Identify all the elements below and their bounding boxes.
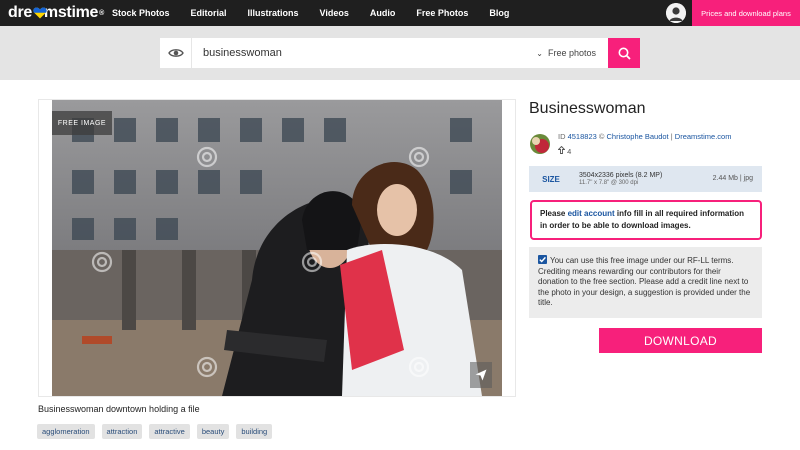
top-nav: dre mstime ® Stock Photos Editorial Illu… [0,0,800,26]
account-warning: Please edit account info fill in all req… [530,200,762,240]
download-button[interactable]: DOWNLOAD [599,328,762,353]
contributor-level: 4 [557,145,572,156]
search-box: ⌄ Free photos [160,38,608,68]
level-icon [557,145,567,156]
warning-text-before: Please [540,209,568,218]
main-menu: Stock Photos Editorial Illustrations Vid… [112,0,530,26]
chevron-down-icon: ⌄ [536,48,543,58]
edit-account-link[interactable]: edit account [568,209,615,218]
nav-free-photos[interactable]: Free Photos [416,8,468,18]
image-title: Businesswoman [529,100,646,117]
tag-attractive[interactable]: attractive [149,424,190,439]
site-logo[interactable]: dre mstime ® [0,4,104,22]
image-caption: Businesswoman downtown holding a file [38,404,200,414]
search-input[interactable] [203,47,523,59]
main-photo[interactable] [52,100,502,396]
heart-icon [33,7,47,19]
free-photos-filter[interactable]: ⌄ Free photos [536,38,596,68]
size-pixels: 3504x2336 pixels (8.2 MP) [579,172,663,179]
size-option[interactable]: SIZE 3504x2336 pixels (8.2 MP) 11.7" x 7… [529,166,762,192]
image-meta: ID 4518823 © Christophe Baudot | Dreamst… [558,132,731,141]
copyright-mark: © [598,132,605,141]
tag-beauty[interactable]: beauty [196,424,230,439]
tag-building[interactable]: building [236,424,273,439]
send-icon[interactable] [470,362,492,388]
logo-text-right: mstime [43,4,99,21]
free-image-badge: FREE IMAGE [52,111,112,135]
license-notice: You can use this free image under our RF… [529,247,762,318]
filter-label: Free photos [547,48,596,58]
size-label: SIZE [542,174,560,184]
tag-attraction[interactable]: attraction [101,424,143,439]
size-dimensions: 3504x2336 pixels (8.2 MP) 11.7" x 7.8" @… [579,172,662,186]
image-id-link[interactable]: 4518823 [568,132,597,141]
search-bar: ⌄ Free photos [0,26,800,80]
nav-videos[interactable]: Videos [320,8,349,18]
nav-audio[interactable]: Audio [370,8,396,18]
nav-editorial[interactable]: Editorial [191,8,227,18]
meta-separator: | [670,132,673,141]
prices-plans-button[interactable]: Prices and download plans [692,0,800,26]
size-file-info: 2.44 Mb | jpg [712,175,753,182]
license-text: You can use this free image under our RF… [538,256,751,307]
nav-blog[interactable]: Blog [489,8,509,18]
keyword-tags: agglomeration attraction attractive beau… [37,424,279,439]
id-prefix: ID [558,132,566,141]
logo-text-left: dre [8,4,32,21]
author-avatar[interactable] [530,134,550,154]
eye-icon[interactable] [160,38,192,68]
user-avatar-icon[interactable] [666,3,686,23]
tag-agglomeration[interactable]: agglomeration [37,424,95,439]
license-checkbox[interactable] [538,255,547,264]
nav-illustrations[interactable]: Illustrations [248,8,299,18]
site-link[interactable]: Dreamstime.com [675,132,732,141]
level-value: 4 [567,147,572,156]
search-button[interactable] [608,38,640,68]
nav-stock-photos[interactable]: Stock Photos [112,8,170,18]
search-icon [618,47,631,60]
author-link[interactable]: Christophe Baudot [607,132,669,141]
size-inches: 11.7" x 7.8" @ 300 dpi [579,180,639,186]
registered-mark: ® [99,9,104,17]
